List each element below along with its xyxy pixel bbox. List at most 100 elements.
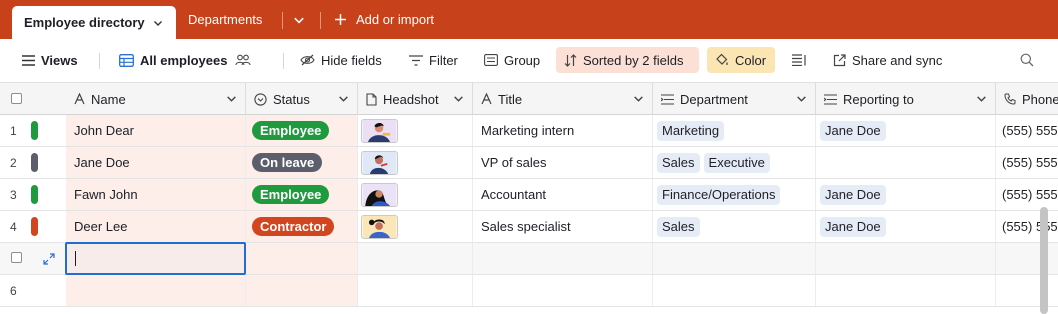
expand-record-icon[interactable]	[43, 253, 55, 265]
new-row[interactable]	[0, 242, 1058, 275]
headshot-thumbnail[interactable]	[361, 182, 398, 207]
status-cell[interactable]: Contractor	[246, 211, 358, 242]
group-button[interactable]: Group	[478, 47, 546, 73]
column-header-title[interactable]: Title	[473, 83, 653, 115]
column-header-headshot[interactable]: Headshot	[358, 83, 473, 115]
headshot-cell[interactable]	[358, 243, 473, 274]
chevron-down-icon[interactable]	[976, 93, 987, 104]
sort-button[interactable]: Sorted by 2 fields	[556, 47, 699, 73]
filter-button[interactable]: Filter	[403, 47, 464, 73]
tab-departments[interactable]: Departments	[188, 0, 262, 39]
cell-text: (555) 555-0101	[1002, 123, 1058, 138]
department-cell[interactable]	[653, 243, 816, 274]
views-button[interactable]: Views	[16, 47, 84, 73]
title-cell[interactable]	[473, 275, 653, 306]
add-or-import-label: Add or import	[356, 12, 435, 27]
name-cell-editing[interactable]	[65, 242, 246, 275]
table-row[interactable]: 6	[0, 275, 1058, 307]
color-label: Color	[735, 52, 767, 68]
headshot-cell[interactable]	[358, 179, 473, 210]
title-cell[interactable]: Marketing intern	[473, 115, 653, 146]
table-row[interactable]: 1 John Dear Employee Marketing intern Ma…	[0, 115, 1058, 147]
reporting-to-cell[interactable]	[816, 275, 996, 306]
title-cell[interactable]: Sales specialist	[473, 211, 653, 242]
reporting-to-cell[interactable]: Jane Doe	[816, 115, 996, 146]
column-header-reporting-to[interactable]: Reporting to	[816, 83, 996, 115]
table-row[interactable]: 4 Deer Lee Contractor Sales specialist S…	[0, 211, 1058, 243]
title-cell[interactable]	[473, 243, 653, 274]
status-cell[interactable]	[246, 243, 358, 274]
status-cell[interactable]	[246, 275, 358, 306]
name-cell[interactable]: John Dear	[66, 115, 246, 146]
more-tables-button[interactable]	[293, 0, 305, 39]
reporting-to-cell[interactable]	[816, 147, 996, 178]
name-cell[interactable]: Deer Lee	[66, 211, 246, 242]
department-cell[interactable]: Finance/Operations	[653, 179, 816, 210]
column-header-status[interactable]: Status	[246, 83, 358, 115]
headshot-cell[interactable]	[358, 211, 473, 242]
department-cell[interactable]: Marketing	[653, 115, 816, 146]
headshot-thumbnail[interactable]	[361, 150, 398, 175]
table-row[interactable]: 2 Jane Doe On leave VP of sales Sales Ex…	[0, 147, 1058, 179]
chevron-down-icon[interactable]	[338, 93, 349, 104]
status-cell[interactable]: Employee	[246, 179, 358, 210]
row-color-indicator	[31, 217, 38, 236]
title-cell[interactable]: Accountant	[473, 179, 653, 210]
search-button[interactable]	[1014, 47, 1046, 73]
chevron-down-icon[interactable]	[226, 93, 237, 104]
select-all-checkbox[interactable]	[11, 93, 22, 104]
row-height-button[interactable]	[786, 47, 819, 73]
headshot-cell[interactable]	[358, 147, 473, 178]
chevron-down-icon[interactable]	[796, 93, 807, 104]
name-cell[interactable]	[66, 275, 246, 306]
filter-label: Filter	[429, 52, 458, 68]
hamburger-icon	[22, 54, 35, 66]
tab-employee-directory[interactable]: Employee directory	[12, 6, 176, 39]
chevron-down-icon[interactable]	[453, 93, 464, 104]
headshot-thumbnail[interactable]	[361, 214, 398, 239]
phone-cell[interactable]	[996, 275, 1058, 306]
phone-cell[interactable]: (555) 555-0101	[996, 115, 1058, 146]
cell-text: Marketing intern	[481, 123, 575, 138]
chevron-down-icon[interactable]	[153, 18, 163, 28]
share-label: Share and sync	[852, 52, 943, 68]
color-button[interactable]: Color	[707, 47, 775, 73]
column-header-department[interactable]: Department	[653, 83, 816, 115]
chevron-down-icon[interactable]	[633, 93, 644, 104]
add-or-import-button[interactable]: Add or import	[334, 0, 434, 39]
hide-fields-button[interactable]: Hide fields	[294, 47, 388, 73]
row-checkbox[interactable]	[11, 252, 22, 263]
status-cell[interactable]: On leave	[246, 147, 358, 178]
phone-cell[interactable]: (555) 555-0104	[996, 211, 1058, 242]
tab-divider	[320, 12, 321, 29]
share-and-sync-button[interactable]: Share and sync	[827, 47, 948, 73]
headshot-cell[interactable]	[358, 275, 473, 306]
column-header-name[interactable]: Name	[66, 83, 246, 115]
chevron-down-icon	[294, 17, 304, 24]
department-cell[interactable]: Sales	[653, 211, 816, 242]
table-row[interactable]: 3 Fawn John Employee Accountant Finance/…	[0, 179, 1058, 211]
tab-divider	[282, 12, 283, 29]
vertical-scrollbar[interactable]	[1040, 207, 1048, 314]
title-cell[interactable]: VP of sales	[473, 147, 653, 178]
view-selector[interactable]: All employees	[113, 47, 263, 73]
department-cell[interactable]	[653, 275, 816, 306]
phone-cell[interactable]: (555) 555-0102	[996, 147, 1058, 178]
department-cell[interactable]: Sales Executive	[653, 147, 816, 178]
reporting-to-cell[interactable]: Jane Doe	[816, 179, 996, 210]
phone-cell[interactable]	[996, 243, 1058, 274]
department-tag: Sales	[657, 216, 700, 237]
text-field-icon	[74, 93, 85, 105]
name-cell[interactable]: Jane Doe	[66, 147, 246, 178]
name-cell[interactable]: Fawn John	[66, 179, 246, 210]
column-header-phone[interactable]: Phone	[996, 83, 1058, 115]
headshot-thumbnail[interactable]	[361, 118, 398, 143]
phone-cell[interactable]: (555) 555-0103	[996, 179, 1058, 210]
row-number: 3	[10, 187, 17, 202]
row-color-indicator	[31, 185, 38, 204]
status-cell[interactable]: Employee	[246, 115, 358, 146]
hide-fields-label: Hide fields	[321, 52, 382, 68]
reporting-to-cell[interactable]: Jane Doe	[816, 211, 996, 242]
headshot-cell[interactable]	[358, 115, 473, 146]
reporting-to-cell[interactable]	[816, 243, 996, 274]
